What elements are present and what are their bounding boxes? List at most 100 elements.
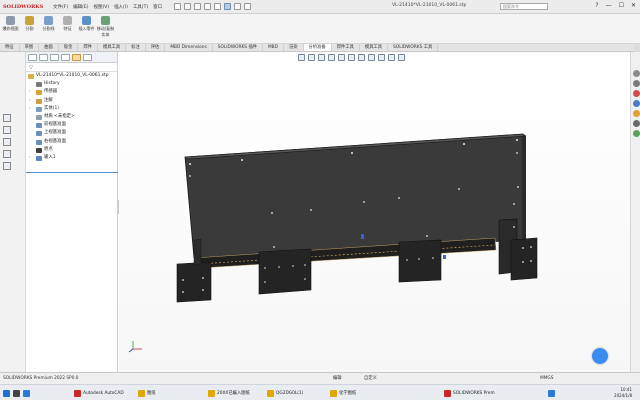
tree-tab-display[interactable]	[72, 54, 81, 61]
hide-show-icon[interactable]	[368, 54, 375, 61]
tree-tab-properties[interactable]	[39, 54, 48, 61]
options-icon[interactable]	[244, 3, 252, 10]
taskbar-item[interactable]: Autodesk AutoCAD	[74, 387, 124, 399]
file-explorer-icon[interactable]	[633, 90, 640, 97]
edit-appearance-icon[interactable]	[378, 54, 385, 61]
menu-tools[interactable]: 工具(T)	[133, 4, 148, 10]
view-settings-icon[interactable]	[398, 54, 405, 61]
taskbar-item[interactable]: SOLIDWORKS Prem	[444, 387, 495, 399]
tree-tab-dimxpert[interactable]	[61, 54, 70, 61]
ribbon-button-2[interactable]: 分割线	[40, 16, 57, 32]
minimize-button[interactable]: —	[606, 2, 612, 9]
feature-manager-icon[interactable]	[3, 114, 11, 122]
command-tab[interactable]: 标注	[126, 44, 146, 51]
tree-item[interactable]: 原点	[26, 146, 117, 154]
undo-icon[interactable]	[214, 3, 222, 10]
command-tab[interactable]: 渲染	[284, 44, 304, 51]
design-library-icon[interactable]	[633, 80, 640, 87]
tree-tab-configurations[interactable]	[50, 54, 59, 61]
zoom-to-fit-icon[interactable]	[298, 54, 305, 61]
rebuild-icon[interactable]	[234, 3, 242, 10]
expand-chevron-icon[interactable]: ›	[29, 154, 31, 162]
ribbon-button-5[interactable]: 移动/复制 实体	[97, 16, 114, 38]
ribbon-button-0[interactable]: 爆炸视图	[2, 16, 19, 32]
command-tab[interactable]: MBD	[263, 44, 284, 51]
ribbon-button-3[interactable]: 特征	[59, 16, 76, 32]
help-button[interactable]: ?	[595, 2, 598, 9]
open-icon[interactable]	[184, 3, 192, 10]
command-tab[interactable]: 焊件工具	[332, 44, 360, 51]
taskbar-item[interactable]	[3, 387, 10, 399]
expand-chevron-icon[interactable]: ›	[29, 97, 31, 105]
command-tab[interactable]: 分析准备	[303, 44, 332, 51]
tree-item[interactable]: History	[26, 80, 117, 88]
command-tab[interactable]: 模具工具	[360, 44, 389, 51]
command-tab[interactable]: MBD Dimensions	[165, 44, 213, 51]
tree-item[interactable]: › 实体(1)	[26, 105, 117, 113]
tree-item[interactable]: 材质 <未指定>	[26, 113, 117, 121]
close-button[interactable]: ✕	[631, 2, 636, 9]
solidworks-forum-icon[interactable]	[633, 130, 640, 137]
expand-chevron-icon[interactable]: ›	[29, 88, 31, 96]
taskbar-item[interactable]	[13, 387, 20, 399]
taskbar-item[interactable]	[23, 387, 30, 399]
tree-item[interactable]: 上视基准面	[26, 129, 117, 137]
command-tab[interactable]: 钣金	[59, 44, 79, 51]
view-orientation-icon[interactable]	[348, 54, 355, 61]
command-tab[interactable]: 草图	[20, 44, 40, 51]
resources-icon[interactable]	[633, 70, 640, 77]
graphics-area[interactable]	[119, 52, 630, 372]
tree-item[interactable]: 前视基准面	[26, 121, 117, 129]
property-manager-icon[interactable]	[3, 126, 11, 134]
previous-view-icon[interactable]	[318, 54, 325, 61]
select-icon[interactable]	[224, 3, 232, 10]
unit-system[interactable]: MMGS	[540, 373, 553, 384]
tree-filter[interactable]: ▽	[26, 63, 117, 72]
taskbar-item[interactable]: QG2DG0L(1)	[267, 387, 303, 399]
dynamic-annotation-icon[interactable]	[338, 54, 345, 61]
expand-chevron-icon[interactable]: ›	[29, 105, 31, 113]
print-icon[interactable]	[204, 3, 212, 10]
display-manager-icon[interactable]	[3, 162, 11, 170]
command-tab[interactable]: 曲面	[39, 44, 59, 51]
ribbon-button-1[interactable]: 分割	[21, 16, 38, 32]
custom-properties-icon[interactable]	[633, 120, 640, 127]
right-angle-bracket[interactable]	[510, 237, 538, 281]
left-angle-bracket[interactable]	[176, 261, 212, 303]
mounting-plate-1[interactable]	[258, 248, 312, 295]
save-icon[interactable]	[194, 3, 202, 10]
floating-assistant-button[interactable]	[592, 348, 608, 364]
maximize-button[interactable]: ☐	[619, 2, 624, 9]
taskbar-item[interactable]: 20XX已编入图纸	[208, 387, 250, 399]
display-style-icon[interactable]	[358, 54, 365, 61]
zoom-area-icon[interactable]	[308, 54, 315, 61]
taskbar-clock[interactable]: 10:41 2024/1/8	[614, 387, 632, 398]
tree-tab-features[interactable]	[28, 54, 37, 61]
dimxpert-icon[interactable]	[3, 150, 11, 158]
command-tab[interactable]: SOLIDWORKS 工具	[388, 44, 439, 51]
model-viewport[interactable]	[119, 52, 630, 372]
command-tab[interactable]: 焊件	[78, 44, 98, 51]
taskbar-item[interactable]: 化学图纸	[330, 387, 356, 399]
menu-window[interactable]: 窗口	[153, 4, 162, 10]
tree-item[interactable]: › 输入1	[26, 154, 117, 162]
status-custom[interactable]: 自定义	[364, 373, 377, 384]
apply-scene-icon[interactable]	[388, 54, 395, 61]
section-view-icon[interactable]	[328, 54, 335, 61]
menu-edit[interactable]: 编辑(E)	[73, 4, 88, 10]
ribbon-button-4[interactable]: 插入零件	[78, 16, 95, 32]
tree-root[interactable]: VL-21410*VL-21010_VL-0061.stp	[26, 72, 117, 80]
tree-item[interactable]: › 注解	[26, 97, 117, 105]
taskbar-item[interactable]: 图纸	[138, 387, 156, 399]
menu-view[interactable]: 视图(V)	[93, 4, 109, 10]
tree-item[interactable]: › 传感器	[26, 88, 117, 96]
new-icon[interactable]	[174, 3, 182, 10]
menu-insert[interactable]: 插入(I)	[114, 4, 128, 10]
tree-tab-more[interactable]	[83, 54, 92, 61]
appearances-icon[interactable]	[633, 110, 640, 117]
mounting-plate-2[interactable]	[398, 239, 442, 283]
filter-icon[interactable]: ▽	[29, 65, 33, 71]
search-commands-input[interactable]: 搜索命令	[500, 3, 548, 10]
command-tab[interactable]: 评估	[146, 44, 166, 51]
menu-file[interactable]: 文件(F)	[53, 4, 68, 10]
